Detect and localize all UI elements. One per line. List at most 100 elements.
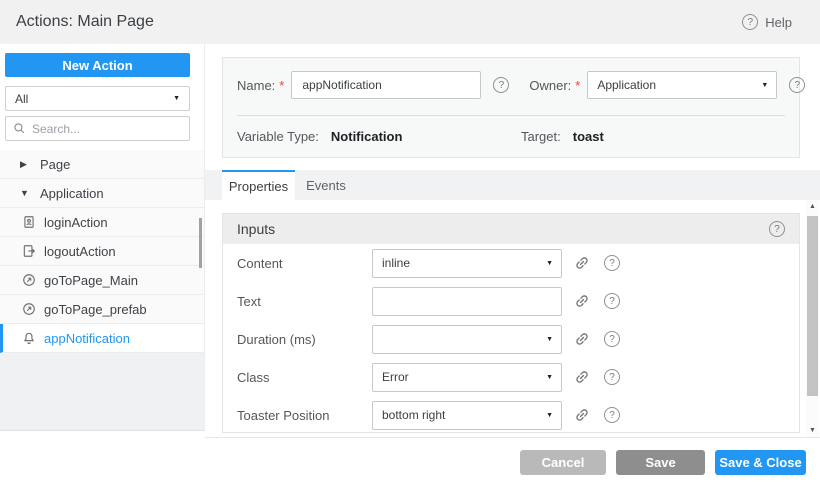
toaster-position-value: bottom right xyxy=(382,408,445,422)
field-help-icon[interactable]: ? xyxy=(604,407,620,423)
target-value: toast xyxy=(573,129,604,144)
tree-item-label: logoutAction xyxy=(44,244,116,259)
tree-item-goToPage_Main[interactable]: goToPage_Main xyxy=(0,266,204,295)
field-help-icon[interactable]: ? xyxy=(604,369,620,385)
toaster-position-dropdown[interactable]: bottom right ▼ xyxy=(372,401,562,430)
bind-link-icon[interactable] xyxy=(574,331,590,347)
name-label: Name: xyxy=(237,78,275,93)
tab-properties[interactable]: Properties xyxy=(222,170,295,200)
goto-page-icon xyxy=(22,273,36,287)
goto-page-icon xyxy=(22,302,36,316)
property-label: Content xyxy=(237,256,372,271)
chevron-down-icon: ▼ xyxy=(173,95,180,102)
chevron-down-icon: ▼ xyxy=(761,82,768,89)
tree-group-label: Application xyxy=(40,186,104,201)
tree-group-page[interactable]: ▶ Page xyxy=(0,150,204,179)
tree-item-label: appNotification xyxy=(44,331,130,346)
help-link[interactable]: ? Help xyxy=(742,0,792,44)
field-help-icon[interactable]: ? xyxy=(604,255,620,271)
new-action-label: New Action xyxy=(62,58,132,73)
sidebar-empty-area xyxy=(0,353,204,430)
filter-value: All xyxy=(15,92,28,106)
property-row-text: Text ? xyxy=(223,282,799,320)
scroll-up-icon[interactable]: ▲ xyxy=(806,203,819,210)
type-target-row: Variable Type: Notification Target: toas… xyxy=(237,122,785,150)
bind-link-icon[interactable] xyxy=(574,293,590,309)
new-action-button[interactable]: New Action xyxy=(5,53,190,77)
cancel-button[interactable]: Cancel xyxy=(520,450,606,475)
text-input[interactable] xyxy=(372,287,562,316)
duration-dropdown[interactable]: ▼ xyxy=(372,325,562,354)
variable-type-value: Notification xyxy=(331,129,403,144)
content-value: inline xyxy=(382,256,410,270)
properties-scrollbar[interactable]: ▲ ▼ xyxy=(806,200,819,437)
chevron-down-icon: ▼ xyxy=(546,412,553,419)
property-label: Toaster Position xyxy=(237,408,372,423)
actions-tree: ▶ Page ▼ Application loginAction logoutA… xyxy=(0,150,204,353)
required-asterisk: * xyxy=(279,78,284,93)
search-input[interactable] xyxy=(32,122,182,136)
field-help-icon[interactable]: ? xyxy=(604,331,620,347)
sidebar-scrollbar-thumb[interactable] xyxy=(199,218,202,268)
property-row-toaster-position: Toaster Position bottom right ▼ ? xyxy=(223,396,799,434)
tree-group-label: Page xyxy=(40,157,70,172)
bind-link-icon[interactable] xyxy=(574,369,590,385)
tab-label: Properties xyxy=(229,179,288,194)
save-button[interactable]: Save xyxy=(616,450,705,475)
inputs-panel: Inputs ? Content inline ▼ ? Text ? Durat… xyxy=(222,213,800,433)
field-help-icon[interactable]: ? xyxy=(604,293,620,309)
tab-events[interactable]: Events xyxy=(295,170,357,200)
variable-type-label: Variable Type: xyxy=(237,129,319,144)
tree-item-label: loginAction xyxy=(44,215,108,230)
scrollbar-thumb[interactable] xyxy=(807,216,818,396)
class-value: Error xyxy=(382,370,409,384)
action-details-panel: Name: * ? Owner: * Application ▼ ? Varia… xyxy=(222,57,800,158)
dialog-title-bar: Actions: Main Page ? Help xyxy=(0,0,820,44)
property-label: Text xyxy=(237,294,372,309)
name-input[interactable] xyxy=(291,71,481,99)
content-bottom-divider xyxy=(205,437,820,438)
logout-icon xyxy=(22,244,36,258)
tree-group-application[interactable]: ▼ Application xyxy=(0,179,204,208)
tree-item-label: goToPage_Main xyxy=(44,273,138,288)
help-icon: ? xyxy=(742,14,758,30)
property-row-duration: Duration (ms) ▼ ? xyxy=(223,320,799,358)
inputs-help-icon[interactable]: ? xyxy=(769,221,785,237)
property-label: Class xyxy=(237,370,372,385)
scroll-down-icon[interactable]: ▼ xyxy=(806,427,819,434)
chevron-down-icon: ▼ xyxy=(546,336,553,343)
save-and-close-button[interactable]: Save & Close xyxy=(715,450,806,475)
inputs-section-header: Inputs ? xyxy=(223,214,799,244)
tree-item-label: goToPage_prefab xyxy=(44,302,147,317)
owner-value: Application xyxy=(597,78,656,92)
details-divider xyxy=(237,115,785,116)
search-box[interactable] xyxy=(5,116,190,141)
bind-link-icon[interactable] xyxy=(574,255,590,271)
tree-item-logoutAction[interactable]: logoutAction xyxy=(0,237,204,266)
owner-help-icon[interactable]: ? xyxy=(789,77,805,93)
chevron-down-icon: ▼ xyxy=(546,374,553,381)
owner-dropdown[interactable]: Application ▼ xyxy=(587,71,777,99)
actions-sidebar: New Action All ▼ ▶ Page ▼ Application lo… xyxy=(0,44,205,431)
target-label: Target: xyxy=(521,129,561,144)
tree-item-loginAction[interactable]: loginAction xyxy=(0,208,204,237)
caret-right-icon: ▶ xyxy=(20,159,32,170)
property-row-content: Content inline ▼ ? xyxy=(223,244,799,282)
tree-item-goToPage_prefab[interactable]: goToPage_prefab xyxy=(0,295,204,324)
tab-bar: Properties Events xyxy=(205,170,820,200)
tree-item-appNotification[interactable]: appNotification xyxy=(0,324,204,353)
chevron-down-icon: ▼ xyxy=(546,260,553,267)
required-asterisk: * xyxy=(575,78,580,93)
owner-label: Owner: xyxy=(529,78,571,93)
notification-bell-icon xyxy=(22,331,36,345)
help-label: Help xyxy=(765,15,792,30)
name-help-icon[interactable]: ? xyxy=(493,77,509,93)
login-icon xyxy=(22,215,36,229)
class-dropdown[interactable]: Error ▼ xyxy=(372,363,562,392)
property-label: Duration (ms) xyxy=(237,332,372,347)
bind-link-icon[interactable] xyxy=(574,407,590,423)
tab-label: Events xyxy=(306,178,346,193)
content-dropdown[interactable]: inline ▼ xyxy=(372,249,562,278)
filter-dropdown[interactable]: All ▼ xyxy=(5,86,190,111)
search-icon xyxy=(13,122,26,135)
